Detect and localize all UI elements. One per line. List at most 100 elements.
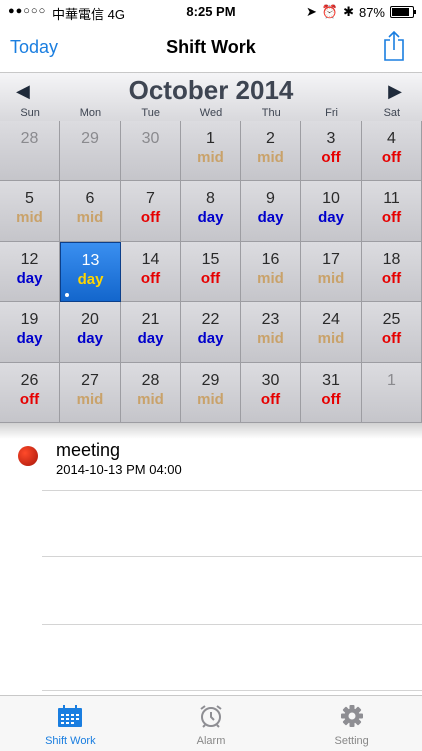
- day-cell[interactable]: 4 off: [362, 121, 422, 181]
- day-number: 27: [81, 372, 99, 389]
- tab-bar: Shift Work Alarm Setting: [0, 695, 422, 751]
- shift-label: day: [197, 330, 224, 347]
- day-number: 28: [20, 130, 39, 147]
- day-number: 23: [261, 311, 280, 328]
- day-cell[interactable]: 6 mid: [60, 181, 121, 242]
- day-cell[interactable]: 27 mid: [60, 363, 121, 423]
- day-cell[interactable]: 29: [60, 121, 121, 181]
- event-datetime: 2014-10-13 PM 04:00: [56, 462, 182, 477]
- shift-label: day: [16, 270, 43, 287]
- day-cell[interactable]: 12 day: [0, 242, 60, 302]
- day-number: 17: [322, 251, 340, 268]
- battery-percent: 87%: [358, 4, 385, 20]
- day-cell[interactable]: 2 mid: [241, 121, 301, 181]
- shift-label: off: [381, 330, 402, 347]
- tab-label: Shift Work: [45, 735, 96, 747]
- selected-day-cell[interactable]: 13 day: [60, 242, 121, 302]
- shift-label: off: [321, 149, 341, 166]
- day-number: 11: [383, 190, 400, 207]
- shift-label: mid: [257, 330, 284, 347]
- status-bar: ●●○○○ 中華電信 4G 8:25 PM ➤ ⏰ ✱ 87%: [0, 0, 422, 24]
- calendar-icon: [58, 705, 83, 727]
- day-cell[interactable]: 18 off: [362, 242, 422, 302]
- day-cell[interactable]: 8 day: [181, 181, 241, 242]
- day-cell[interactable]: 28 mid: [121, 363, 181, 423]
- list-separator: [42, 690, 422, 691]
- alarm-status-icon: ⏰: [321, 4, 339, 19]
- day-cell[interactable]: 9 day: [241, 181, 301, 242]
- day-cell[interactable]: 31 off: [301, 363, 362, 423]
- day-number: 24: [322, 311, 340, 328]
- day-cell[interactable]: 3 off: [301, 121, 362, 181]
- share-icon[interactable]: [382, 30, 406, 67]
- day-number: 3: [326, 130, 336, 147]
- weekday-label: Wed: [199, 107, 223, 119]
- day-number: 25: [382, 311, 401, 328]
- day-cell[interactable]: 22 day: [181, 302, 241, 363]
- shift-label: off: [381, 270, 402, 287]
- shift-label: mid: [317, 330, 345, 347]
- location-icon: ➤: [305, 4, 317, 19]
- page-title: Shift Work: [166, 37, 256, 57]
- day-cell[interactable]: 30: [121, 121, 181, 181]
- shift-label: mid: [16, 209, 43, 226]
- shift-label: mid: [257, 149, 284, 166]
- event-item[interactable]: meeting 2014-10-13 PM 04:00: [0, 440, 422, 488]
- day-cell[interactable]: 25 off: [362, 302, 422, 363]
- day-number: 4: [387, 130, 396, 147]
- day-cell[interactable]: 11 off: [362, 181, 422, 242]
- shift-label: off: [321, 391, 341, 408]
- day-cell[interactable]: 14 off: [121, 242, 181, 302]
- day-number: 22: [201, 311, 220, 328]
- day-cell[interactable]: 28: [0, 121, 60, 181]
- day-number: 10: [322, 190, 340, 207]
- day-number: 31: [322, 372, 340, 389]
- day-number: 15: [201, 251, 220, 268]
- next-month-button[interactable]: ▶: [388, 81, 402, 102]
- shift-label: day: [77, 271, 104, 288]
- calendar-header: ◀ October 2014 ▶ Sun Mon Tue Wed Thu Fri Sat: [0, 73, 422, 121]
- day-cell[interactable]: 30 off: [241, 363, 301, 423]
- day-cell[interactable]: 24 mid: [301, 302, 362, 363]
- shift-label: off: [260, 391, 281, 408]
- event-title: meeting: [56, 440, 121, 460]
- day-number: 7: [146, 190, 155, 207]
- day-cell[interactable]: 21 day: [121, 302, 181, 363]
- event-indicator-dot: [65, 293, 69, 297]
- day-cell[interactable]: 15 off: [181, 242, 241, 302]
- day-cell[interactable]: 1: [362, 363, 422, 423]
- day-cell[interactable]: 5 mid: [0, 181, 60, 242]
- day-number: 29: [201, 372, 220, 389]
- day-cell[interactable]: 7 off: [121, 181, 181, 242]
- alarm-clock-icon: [200, 705, 222, 728]
- day-cell[interactable]: 23 mid: [241, 302, 301, 363]
- tab-shift-work[interactable]: Shift Work: [0, 696, 141, 751]
- day-number: 21: [141, 311, 160, 328]
- day-number: 8: [206, 190, 215, 207]
- shift-label: mid: [257, 270, 284, 287]
- day-cell[interactable]: 17 mid: [301, 242, 362, 302]
- day-cell[interactable]: 20 day: [60, 302, 121, 363]
- day-number: 2: [266, 130, 275, 147]
- tab-alarm[interactable]: Alarm: [141, 696, 282, 751]
- calendar-grid: 28 29 30 1 mid 2 mid 3 off 4 off 5 mid 6 mid 7 off 8 day 9 d…: [0, 121, 422, 423]
- day-cell[interactable]: 10 day: [301, 181, 362, 242]
- weekday-label: Tue: [141, 107, 160, 119]
- day-number: 6: [85, 190, 95, 207]
- day-cell[interactable]: 1 mid: [181, 121, 241, 181]
- day-cell[interactable]: 16 mid: [241, 242, 301, 302]
- event-bullet-icon: [18, 446, 38, 466]
- weekday-label: Fri: [325, 107, 338, 119]
- day-cell[interactable]: 19 day: [0, 302, 60, 363]
- day-number: 1: [206, 130, 215, 147]
- shift-label: mid: [197, 391, 224, 408]
- shift-label: day: [77, 330, 103, 347]
- shift-label: mid: [76, 209, 104, 226]
- day-number: 30: [261, 372, 280, 389]
- day-cell[interactable]: 29 mid: [181, 363, 241, 423]
- shift-label: off: [200, 270, 221, 287]
- list-separator: [42, 624, 422, 625]
- day-cell[interactable]: 26 off: [0, 363, 60, 423]
- day-number: 12: [20, 251, 39, 268]
- tab-setting[interactable]: Setting: [281, 696, 422, 751]
